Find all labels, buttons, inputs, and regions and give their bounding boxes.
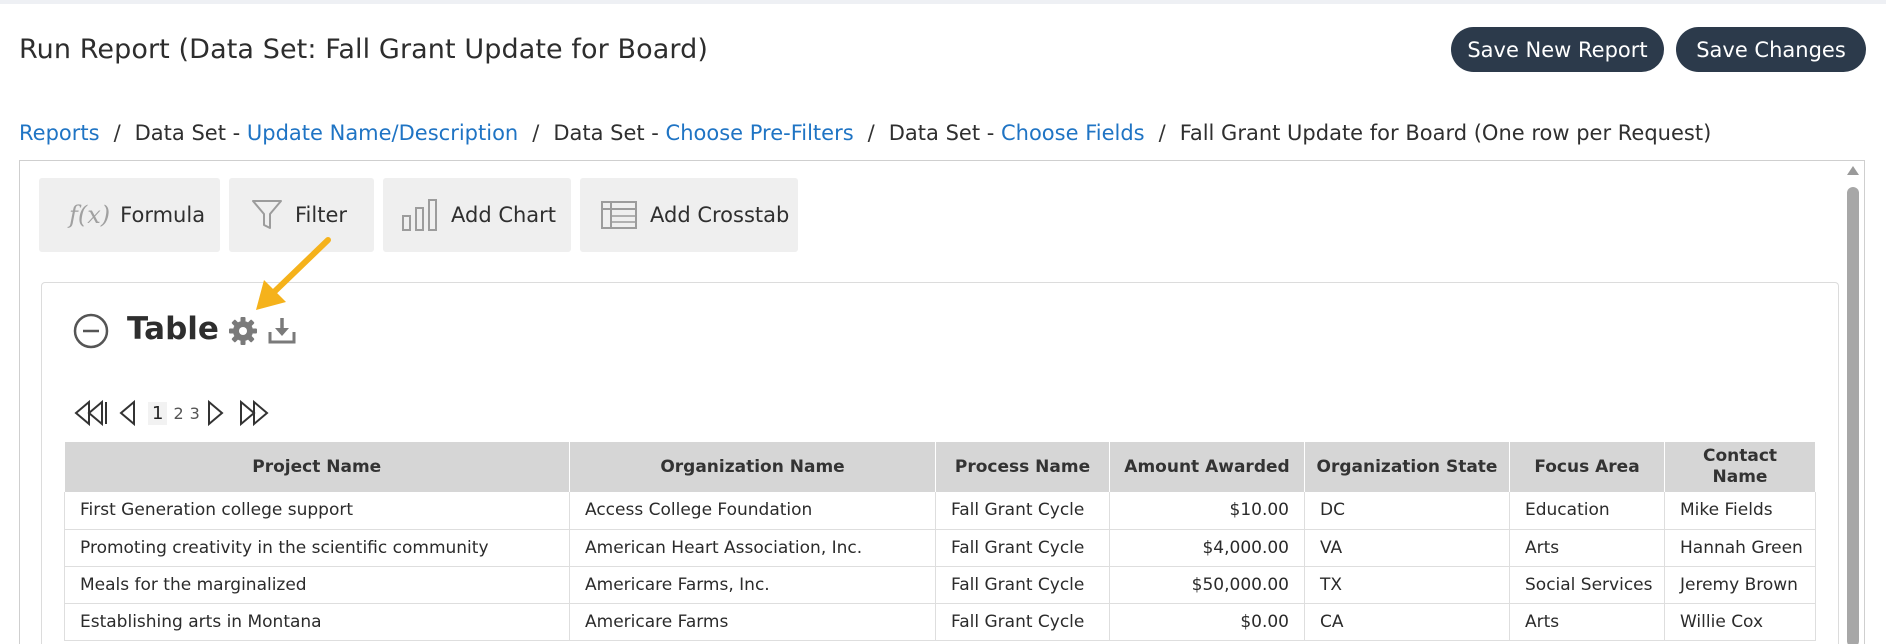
- table-cell: Arts: [1509, 603, 1665, 641]
- formula-label: Formula: [120, 203, 206, 227]
- table-cell: $4,000.00: [1109, 529, 1305, 567]
- table-cell: Mike Fields: [1664, 492, 1816, 530]
- pagination: 1 2 3: [72, 399, 275, 427]
- breadcrumb-separator: /: [532, 121, 540, 145]
- column-header[interactable]: Organization Name: [569, 442, 936, 492]
- column-header[interactable]: Focus Area: [1509, 442, 1665, 492]
- scrollbar-thumb[interactable]: [1847, 187, 1859, 644]
- table-cell: CA: [1304, 603, 1510, 641]
- breadcrumb-pre-filters-link[interactable]: Choose Pre-Filters: [666, 121, 854, 145]
- breadcrumb-reports-link[interactable]: Reports: [19, 121, 100, 145]
- table-cell: Fall Grant Cycle: [935, 492, 1110, 530]
- table-cell: First Generation college support: [64, 492, 570, 530]
- table-cell: Social Services: [1509, 566, 1665, 604]
- table-cell: Jeremy Brown: [1664, 566, 1816, 604]
- funnel-icon: [251, 198, 283, 232]
- table-cell: $50,000.00: [1109, 566, 1305, 604]
- table-cell: Arts: [1509, 529, 1665, 567]
- table-header-row: Project Name Organization Name Process N…: [64, 442, 1816, 492]
- filter-label: Filter: [295, 203, 348, 227]
- table-cell: Hannah Green: [1664, 529, 1816, 567]
- report-table: Project Name Organization Name Process N…: [64, 442, 1816, 641]
- annotation-arrow-icon: [250, 236, 334, 324]
- table-cell: Willie Cox: [1664, 603, 1816, 641]
- next-page-icon[interactable]: [203, 399, 227, 427]
- table-cell: $10.00: [1109, 492, 1305, 530]
- add-chart-button[interactable]: Add Chart: [383, 178, 571, 252]
- table-cell: Meals for the marginalized: [64, 566, 570, 604]
- table-cell: Americare Farms, Inc.: [569, 566, 936, 604]
- add-crosstab-label: Add Crosstab: [650, 203, 790, 227]
- table-title: Table: [127, 311, 219, 347]
- table-cell: DC: [1304, 492, 1510, 530]
- top-strip: [0, 0, 1886, 4]
- table-cell: Access College Foundation: [569, 492, 936, 530]
- add-crosstab-button[interactable]: Add Crosstab: [580, 178, 798, 252]
- save-changes-button[interactable]: Save Changes: [1676, 27, 1866, 72]
- breadcrumb-prefix: Data Set -: [553, 121, 666, 145]
- table-cell: Americare Farms: [569, 603, 936, 641]
- formula-icon: f(x): [69, 201, 111, 229]
- breadcrumb-separator: /: [113, 121, 121, 145]
- save-new-report-button[interactable]: Save New Report: [1451, 27, 1664, 72]
- page-number[interactable]: 3: [190, 404, 200, 423]
- crosstab-icon: [600, 200, 638, 230]
- table-cell: Fall Grant Cycle: [935, 566, 1110, 604]
- column-header[interactable]: Project Name: [64, 442, 570, 492]
- formula-button[interactable]: f(x) Formula: [39, 178, 220, 252]
- add-chart-label: Add Chart: [451, 203, 557, 227]
- breadcrumb-separator: /: [867, 121, 875, 145]
- table-row: Promoting creativity in the scientific c…: [64, 529, 1816, 567]
- table-cell: TX: [1304, 566, 1510, 604]
- column-header[interactable]: Amount Awarded: [1109, 442, 1305, 492]
- table-cell: Fall Grant Cycle: [935, 529, 1110, 567]
- table-row: Meals for the marginalized Americare Far…: [64, 566, 1816, 604]
- breadcrumb-update-name-link[interactable]: Update Name/Description: [247, 121, 518, 145]
- bar-chart-icon: [401, 198, 439, 232]
- breadcrumb: Reports / Data Set - Update Name/Descrip…: [19, 121, 1711, 145]
- column-header[interactable]: Process Name: [935, 442, 1110, 492]
- table-cell: Fall Grant Cycle: [935, 603, 1110, 641]
- table-cell: $0.00: [1109, 603, 1305, 641]
- table-cell: Establishing arts in Montana: [64, 603, 570, 641]
- breadcrumb-choose-fields-link[interactable]: Choose Fields: [1001, 121, 1145, 145]
- first-page-icon[interactable]: [72, 399, 112, 427]
- breadcrumb-prefix: Data Set -: [888, 121, 1001, 145]
- collapse-minus-icon[interactable]: [73, 313, 109, 353]
- prev-page-icon[interactable]: [116, 399, 140, 427]
- column-header[interactable]: Contact Name: [1664, 442, 1816, 492]
- page-title: Run Report (Data Set: Fall Grant Update …: [19, 34, 709, 65]
- table-row: First Generation college support Access …: [64, 492, 1816, 530]
- table-cell: Education: [1509, 492, 1665, 530]
- breadcrumb-current: Fall Grant Update for Board (One row per…: [1179, 121, 1712, 145]
- page-number[interactable]: 2: [173, 404, 183, 423]
- table-cell: Promoting creativity in the scientific c…: [64, 529, 570, 567]
- column-header[interactable]: Organization State: [1304, 442, 1510, 492]
- page-number-current[interactable]: 1: [148, 401, 168, 425]
- breadcrumb-separator: /: [1158, 121, 1166, 145]
- table-cell: American Heart Association, Inc.: [569, 529, 936, 567]
- breadcrumb-prefix: Data Set -: [134, 121, 247, 145]
- table-cell: VA: [1304, 529, 1510, 567]
- table-row: Establishing arts in Montana Americare F…: [64, 603, 1816, 641]
- scroll-up-arrow-icon[interactable]: [1847, 166, 1859, 175]
- last-page-icon[interactable]: [235, 399, 275, 427]
